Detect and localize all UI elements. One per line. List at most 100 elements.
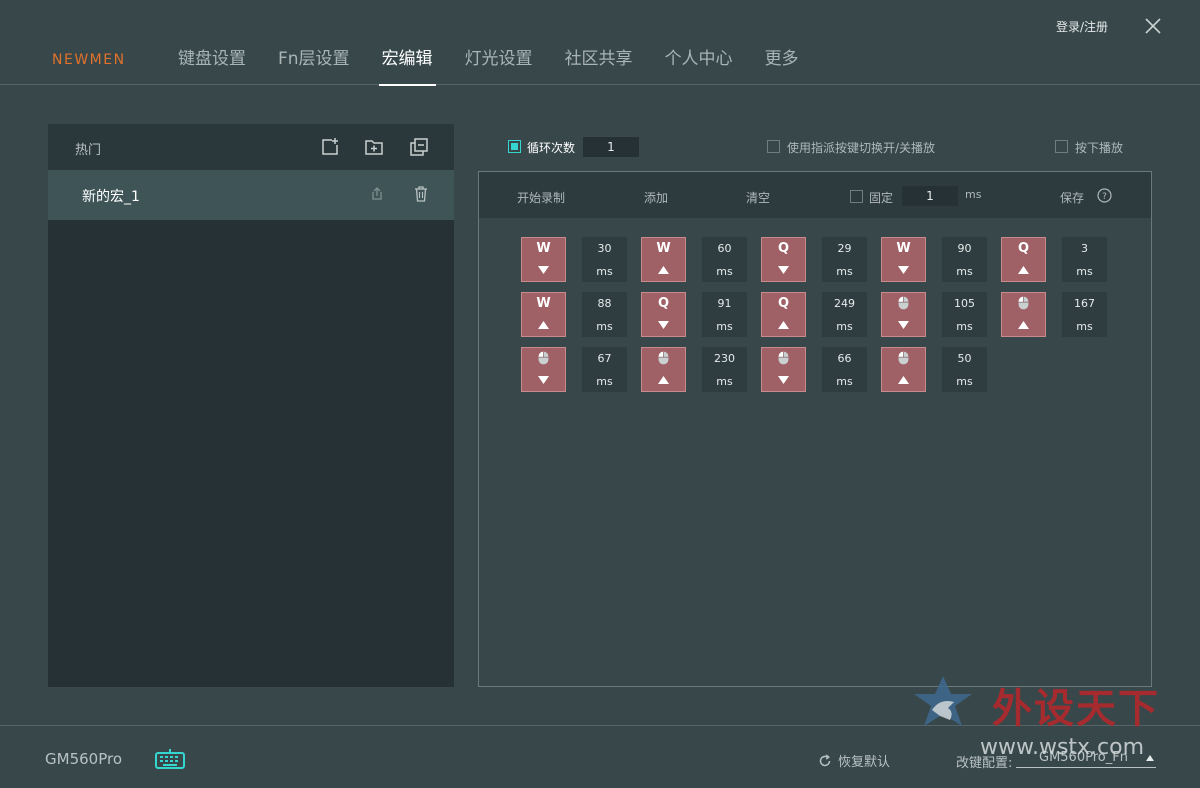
arrow-down-icon	[538, 266, 549, 274]
tab-community-share[interactable]: 社区共享	[549, 34, 649, 85]
macro-list-panel: 热门 新的宏_1	[48, 124, 454, 687]
export-icon[interactable]	[368, 185, 386, 203]
delay-block[interactable]: 30 ms	[582, 237, 627, 282]
delay-unit: ms	[956, 320, 973, 333]
assign-toggle-label: 使用指派按键切换开/关播放	[787, 141, 936, 155]
copy-icon[interactable]	[409, 137, 429, 157]
delay-block[interactable]: 230 ms	[702, 347, 747, 392]
tab-keyboard-settings[interactable]: 键盘设置	[162, 34, 262, 85]
mouse-left-icon	[898, 351, 909, 365]
new-macro-icon[interactable]	[320, 137, 340, 157]
delay-unit: ms	[716, 375, 733, 388]
svg-text:?: ?	[1102, 192, 1107, 202]
delay-block[interactable]: 67 ms	[582, 347, 627, 392]
trash-icon[interactable]	[412, 185, 430, 203]
assign-toggle-checkbox[interactable]	[767, 140, 780, 153]
new-folder-icon[interactable]	[364, 137, 384, 157]
delay-block[interactable]: 60 ms	[702, 237, 747, 282]
key-event-block[interactable]: Q	[761, 237, 806, 282]
delay-value: 60	[717, 242, 732, 255]
key-event-label: Q	[777, 241, 790, 256]
delay-block[interactable]: 167 ms	[1062, 292, 1107, 337]
arrow-down-icon	[778, 266, 789, 274]
key-event-block[interactable]: Q	[1001, 237, 1046, 282]
delay-block[interactable]: 50 ms	[942, 347, 987, 392]
arrow-up-icon	[658, 376, 669, 384]
save-button[interactable]: 保存	[1060, 189, 1084, 206]
delay-unit: ms	[596, 375, 613, 388]
delay-block[interactable]: 3 ms	[1062, 237, 1107, 282]
close-icon[interactable]	[1144, 17, 1162, 35]
mouse-left-icon	[538, 351, 549, 365]
mouse-event-block[interactable]	[641, 347, 686, 392]
key-event-block[interactable]: W	[641, 237, 686, 282]
fixed-delay-label: 固定	[869, 191, 894, 205]
mouse-event-block[interactable]	[1001, 292, 1046, 337]
loop-count-checkbox[interactable]	[508, 140, 521, 153]
arrow-up-icon	[778, 321, 789, 329]
delay-block[interactable]: 105 ms	[942, 292, 987, 337]
macro-item-name: 新的宏_1	[82, 189, 140, 205]
mouse-event-block[interactable]	[521, 347, 566, 392]
tab-lighting-settings[interactable]: 灯光设置	[449, 34, 549, 85]
delay-block[interactable]: 249 ms	[822, 292, 867, 337]
press-play-checkbox[interactable]	[1055, 140, 1068, 153]
mouse-left-icon	[898, 296, 909, 310]
key-event-block[interactable]: W	[521, 237, 566, 282]
fixed-delay-input[interactable]: 1	[902, 186, 958, 206]
mouse-left-icon	[658, 351, 669, 365]
device-name: GM560Pro	[45, 750, 122, 768]
delay-block[interactable]: 88 ms	[582, 292, 627, 337]
mouse-event-block[interactable]	[881, 347, 926, 392]
delay-value: 249	[834, 297, 855, 310]
macro-list-item[interactable]: 新的宏_1	[48, 170, 454, 220]
key-event-label: W	[656, 241, 671, 256]
arrow-down-icon	[658, 321, 669, 329]
restore-default-button[interactable]: 恢复默认	[818, 751, 890, 770]
macro-editor-panel: 开始录制 添加 清空 固定 1 ms 保存 ? W 30 ms W 60 ms Q 29 ms W…	[478, 171, 1152, 687]
key-event-block[interactable]: W	[881, 237, 926, 282]
delay-value: 167	[1074, 297, 1095, 310]
clear-button[interactable]: 清空	[746, 189, 770, 206]
delay-unit: ms	[716, 320, 733, 333]
delay-block[interactable]: 90 ms	[942, 237, 987, 282]
fixed-delay-checkbox[interactable]	[850, 190, 863, 203]
tab-personal-center[interactable]: 个人中心	[649, 34, 749, 85]
add-button[interactable]: 添加	[644, 189, 668, 206]
login-register-link[interactable]: 登录/注册	[1056, 18, 1108, 35]
delay-block[interactable]: 91 ms	[702, 292, 747, 337]
delay-value: 3	[1081, 242, 1088, 255]
key-event-label: Q	[777, 296, 790, 311]
wstx-watermark-logo: 外设天下 www.wstx.com	[914, 676, 1158, 760]
delay-block[interactable]: 66 ms	[822, 347, 867, 392]
macro-list-header: 热门	[48, 124, 454, 170]
key-event-block[interactable]: W	[521, 292, 566, 337]
tab-macro-editor[interactable]: 宏编辑	[366, 34, 449, 86]
arrow-up-icon	[658, 266, 669, 274]
arrow-down-icon	[778, 376, 789, 384]
mouse-event-block[interactable]	[761, 347, 806, 392]
tab-more[interactable]: 更多	[749, 34, 815, 85]
press-play-label: 按下播放	[1075, 141, 1124, 155]
keyboard-icon[interactable]	[155, 747, 185, 769]
delay-block[interactable]: 29 ms	[822, 237, 867, 282]
delay-value: 105	[954, 297, 975, 310]
delay-value: 67	[597, 352, 612, 365]
loop-count-input[interactable]: 1	[583, 137, 639, 157]
help-icon[interactable]: ?	[1097, 188, 1112, 203]
key-event-label: Q	[1017, 241, 1030, 256]
delay-value: 30	[597, 242, 612, 255]
start-record-button[interactable]: 开始录制	[517, 189, 565, 206]
key-event-label: Q	[657, 296, 670, 311]
delay-unit: ms	[956, 265, 973, 278]
delay-value: 230	[714, 352, 735, 365]
delay-unit: ms	[716, 265, 733, 278]
key-event-block[interactable]: Q	[641, 292, 686, 337]
delay-value: 91	[717, 297, 732, 310]
arrow-up-icon	[898, 376, 909, 384]
delay-value: 66	[837, 352, 852, 365]
tab-fn-layer-settings[interactable]: Fn层设置	[262, 34, 366, 85]
mouse-event-block[interactable]	[881, 292, 926, 337]
delay-value: 88	[597, 297, 612, 310]
key-event-block[interactable]: Q	[761, 292, 806, 337]
